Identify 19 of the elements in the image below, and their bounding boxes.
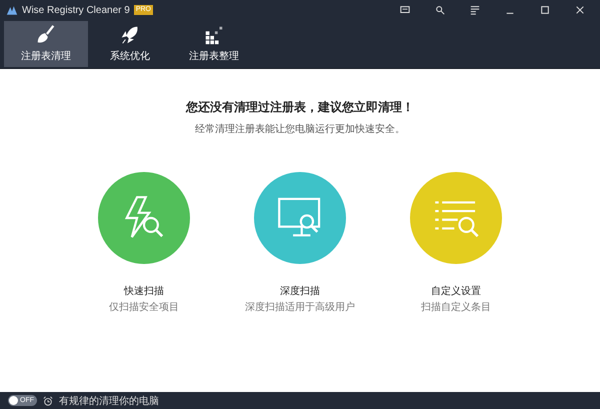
status-text: 有规律的清理你的电脑	[59, 394, 159, 408]
nav-tab[interactable]: 系统优化	[88, 21, 172, 67]
close-icon[interactable]	[575, 5, 585, 15]
app-logo-icon	[6, 4, 18, 16]
option-title: 快速扫描	[124, 284, 164, 298]
option-title: 自定义设置	[431, 284, 481, 298]
option-title: 深度扫描	[280, 284, 320, 298]
option-description: 仅扫描安全项目	[109, 300, 179, 314]
maximize-icon[interactable]	[540, 5, 550, 15]
nav-tab[interactable]: 注册表整理	[172, 21, 256, 67]
window-title: Wise Registry Cleaner 9	[22, 4, 130, 16]
subheadline: 经常清理注册表能让您电脑运行更加快速安全。	[195, 122, 405, 136]
option-description: 扫描自定义条目	[421, 300, 491, 314]
menu-icon[interactable]	[470, 5, 480, 15]
nav-tab[interactable]: 注册表清理	[4, 21, 88, 67]
alarm-clock-icon	[43, 396, 53, 406]
option-description: 深度扫描适用于高级用户	[245, 300, 355, 314]
headline: 您还没有清理过注册表，建议您立即清理！	[186, 99, 414, 116]
blocks-icon	[203, 24, 225, 46]
